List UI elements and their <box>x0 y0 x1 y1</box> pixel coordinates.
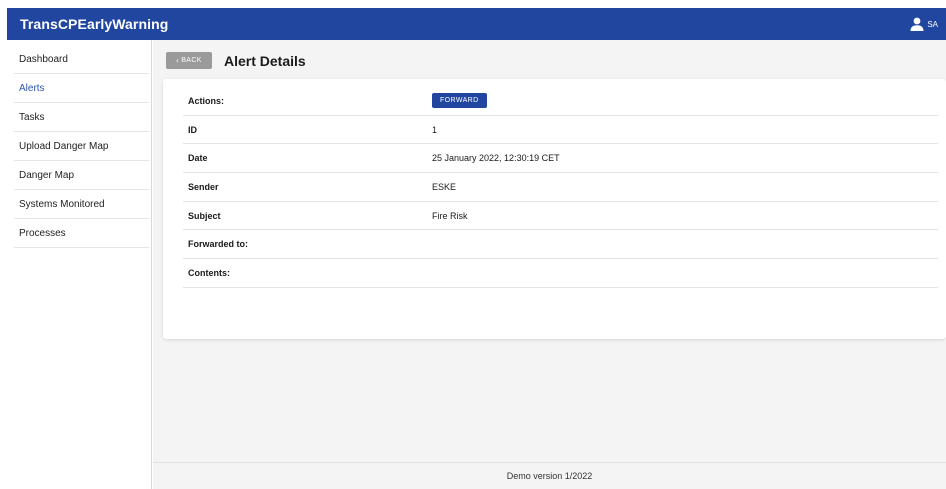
user-menu[interactable]: SA <box>909 16 938 32</box>
alert-details-card: Actions: FORWARD ID 1 Date 25 January 20… <box>163 79 946 339</box>
main-content: ‹ BACK Alert Details Actions: FORWARD ID… <box>153 40 946 489</box>
date-value: 25 January 2022, 12:30:19 CET <box>432 153 560 164</box>
sidebar-item-processes[interactable]: Processes <box>14 219 149 248</box>
page-header: ‹ BACK Alert Details <box>166 52 306 69</box>
footer-version-text: Demo version 1/2022 <box>506 471 593 481</box>
sidebar-item-upload-danger-map[interactable]: Upload Danger Map <box>14 132 149 161</box>
detail-row-id: ID 1 <box>183 116 938 145</box>
detail-row-date: Date 25 January 2022, 12:30:19 CET <box>183 144 938 174</box>
back-button-label: BACK <box>181 57 202 64</box>
sidebar-item-tasks[interactable]: Tasks <box>14 103 149 132</box>
top-app-bar: TransCPEarlyWarning SA <box>7 8 946 40</box>
actions-label: Actions: <box>188 95 224 106</box>
subject-value: Fire Risk <box>432 210 468 221</box>
forwarded-to-label: Forwarded to: <box>188 239 248 250</box>
back-button[interactable]: ‹ BACK <box>166 52 212 69</box>
person-icon <box>910 17 924 31</box>
app-title[interactable]: TransCPEarlyWarning <box>20 16 168 32</box>
sender-label: Sender <box>188 181 219 192</box>
sidebar: Dashboard Alerts Tasks Upload Danger Map… <box>7 40 152 489</box>
footer: Demo version 1/2022 <box>153 462 946 489</box>
id-value: 1 <box>432 124 438 135</box>
forward-button[interactable]: FORWARD <box>432 93 487 109</box>
date-label: Date <box>188 153 208 164</box>
detail-row-sender: Sender ESKE <box>183 173 938 202</box>
subject-label: Subject <box>188 210 221 221</box>
sidebar-item-alerts[interactable]: Alerts <box>14 74 149 103</box>
detail-row-subject: Subject Fire Risk <box>183 202 938 231</box>
user-initials: SA <box>927 19 938 29</box>
detail-row-forwarded-to: Forwarded to: <box>183 230 938 260</box>
sidebar-item-dashboard[interactable]: Dashboard <box>14 45 149 74</box>
detail-row-actions: Actions: FORWARD <box>183 87 938 116</box>
contents-label: Contents: <box>188 267 230 278</box>
sidebar-nav: Dashboard Alerts Tasks Upload Danger Map… <box>7 40 151 248</box>
id-label: ID <box>188 124 197 135</box>
detail-row-contents: Contents: <box>183 259 938 288</box>
sidebar-item-danger-map[interactable]: Danger Map <box>14 161 149 190</box>
chevron-left-icon: ‹ <box>176 55 180 65</box>
page-title: Alert Details <box>224 52 306 69</box>
sender-value: ESKE <box>432 181 457 192</box>
sidebar-item-systems-monitored[interactable]: Systems Monitored <box>14 190 149 219</box>
